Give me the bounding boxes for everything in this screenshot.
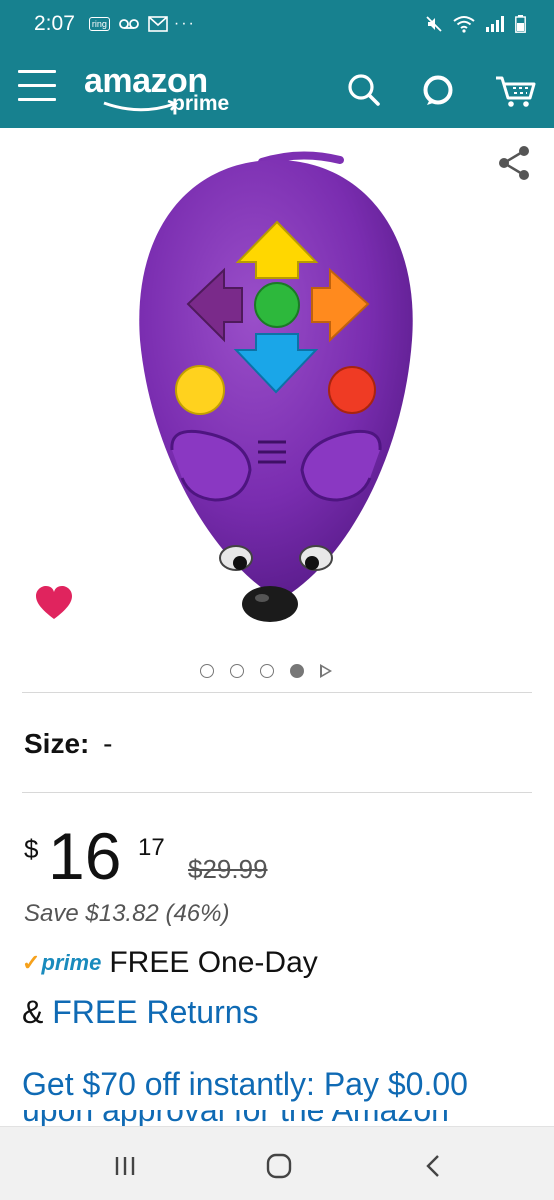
wifi-icon: [453, 16, 475, 33]
recent-apps-icon[interactable]: [110, 1151, 140, 1181]
savings-text: Save $13.82 (46%): [24, 900, 230, 927]
home-icon[interactable]: [264, 1151, 294, 1181]
divider: [22, 792, 532, 793]
card-offer-line2: upon approval for the Amazon: [22, 1110, 449, 1126]
carousel-dot-active[interactable]: [290, 664, 304, 678]
price-block: $ 16 17 $29.99: [24, 818, 534, 898]
status-time: 2:07: [34, 12, 75, 35]
voicemail-icon: [118, 19, 139, 29]
price-fraction: 17: [138, 834, 165, 861]
card-offer-link-continued[interactable]: upon approval for the Amazon: [22, 1110, 449, 1126]
search-icon[interactable]: [344, 70, 384, 110]
prime-delivery: ✓ prime FREE One-Day: [22, 946, 318, 980]
heart-icon[interactable]: [34, 584, 74, 624]
video-play-icon[interactable]: [320, 664, 332, 678]
price-whole: 16: [48, 819, 122, 893]
battery-icon: [515, 15, 526, 33]
cart-icon[interactable]: [494, 70, 538, 110]
price-currency: $: [24, 834, 39, 864]
size-selector[interactable]: Size: -: [24, 728, 112, 760]
delivery-text: FREE One-Day: [109, 946, 318, 979]
logo-prime-text: prime: [172, 92, 230, 115]
share-icon[interactable]: [496, 144, 534, 182]
carousel-dot[interactable]: [260, 664, 274, 678]
hamburger-menu-icon[interactable]: [18, 70, 56, 104]
size-label: Size:: [24, 728, 90, 759]
amazon-prime-logo[interactable]: amazon prime: [84, 62, 244, 118]
image-carousel-indicator: [200, 662, 350, 680]
gmail-icon: [148, 16, 168, 32]
divider: [22, 692, 532, 693]
logo-smile-icon: [103, 100, 179, 112]
carousel-dot[interactable]: [230, 664, 244, 678]
app-header: amazon prime: [0, 48, 554, 128]
returns-row: & FREE Returns: [22, 994, 259, 1031]
list-price: $29.99: [188, 854, 268, 884]
size-value: -: [103, 728, 113, 759]
back-icon[interactable]: [418, 1151, 448, 1181]
ring-app-icon: ring: [88, 17, 110, 31]
carousel-dot[interactable]: [200, 664, 214, 678]
returns-prefix: &: [22, 994, 53, 1030]
card-offer-link[interactable]: Get $70 off instantly: Pay $0.00: [22, 1066, 468, 1103]
signal-icon: [486, 16, 504, 32]
system-nav-bar: [0, 1126, 554, 1200]
status-bar: 2:07 ring ···: [0, 0, 554, 48]
prime-badge: prime: [41, 950, 102, 975]
overflow-dots: ···: [173, 15, 196, 32]
mute-icon: [426, 16, 442, 32]
product-image[interactable]: [0, 128, 554, 658]
prime-check-icon: ✓: [22, 950, 41, 975]
alexa-icon[interactable]: [418, 70, 458, 110]
free-returns-link[interactable]: FREE Returns: [52, 994, 258, 1030]
